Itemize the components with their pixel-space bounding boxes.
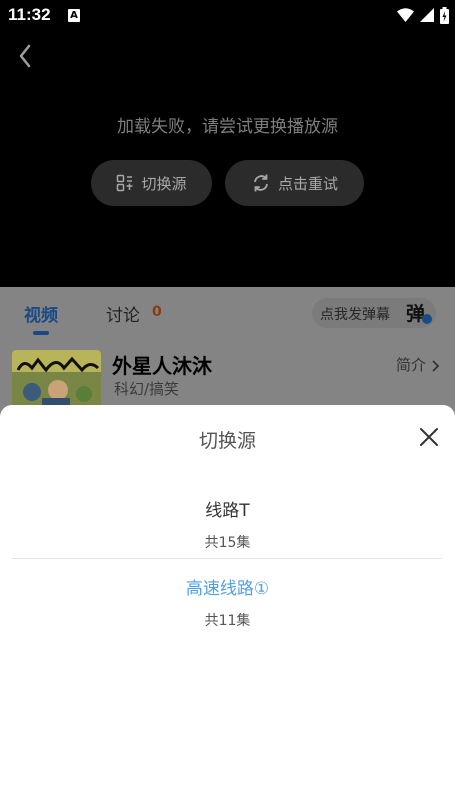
danmaku-input-button[interactable]: 点我发弹幕 弹 (312, 298, 436, 328)
source-option[interactable]: 线路T 共15集 (0, 496, 455, 552)
status-time: 11:32 (8, 5, 51, 24)
source-name: 高速线路① (185, 579, 270, 599)
switch-source-button[interactable]: 切换源 (91, 160, 212, 206)
chevron-right-icon[interactable] (431, 359, 440, 373)
danmaku-prompt: 点我发弹幕 (320, 307, 390, 323)
switch-source-label: 切换源 (141, 174, 187, 193)
status-bar: 11:32 A (0, 0, 455, 32)
discuss-count: 0 (152, 304, 162, 320)
switch-source-sheet: 切换源 线路T 共15集 高速线路① 共11集 (0, 405, 455, 810)
show-poster[interactable] (12, 350, 101, 410)
wifi-icon (397, 8, 414, 22)
retry-label: 点击重试 (277, 174, 338, 193)
show-title: 外星人沐沐 (112, 354, 212, 378)
danmaku-check-icon (422, 314, 432, 324)
sheet-title: 切换源 (198, 430, 256, 452)
tab-video[interactable]: 视频 (24, 301, 58, 326)
notification-icon: A (68, 9, 80, 22)
switch-source-icon (117, 174, 133, 192)
close-icon[interactable] (417, 425, 441, 449)
load-error-message: 加载失败，请尝试更换播放源 (117, 117, 338, 137)
tab-indicator (33, 331, 49, 335)
battery-icon (440, 6, 449, 24)
source-episode-count: 共11集 (204, 613, 251, 629)
retry-button[interactable]: 点击重试 (225, 160, 364, 206)
source-episode-count: 共15集 (204, 535, 251, 551)
back-icon[interactable] (14, 42, 36, 70)
video-player[interactable]: 11:32 A 加载失败，请尝试更换播放源 切换源 点击重试 (0, 0, 455, 287)
poster-art (12, 350, 101, 410)
intro-link[interactable]: 简介 (396, 354, 426, 375)
divider (12, 558, 442, 559)
refresh-icon (254, 174, 268, 192)
show-genre: 科幻/搞笑 (114, 380, 180, 398)
tab-discuss[interactable]: 讨论 (106, 301, 140, 326)
source-name: 线路T (205, 501, 250, 521)
signal-icon (420, 8, 434, 22)
source-option-selected[interactable]: 高速线路① 共11集 (0, 574, 455, 630)
